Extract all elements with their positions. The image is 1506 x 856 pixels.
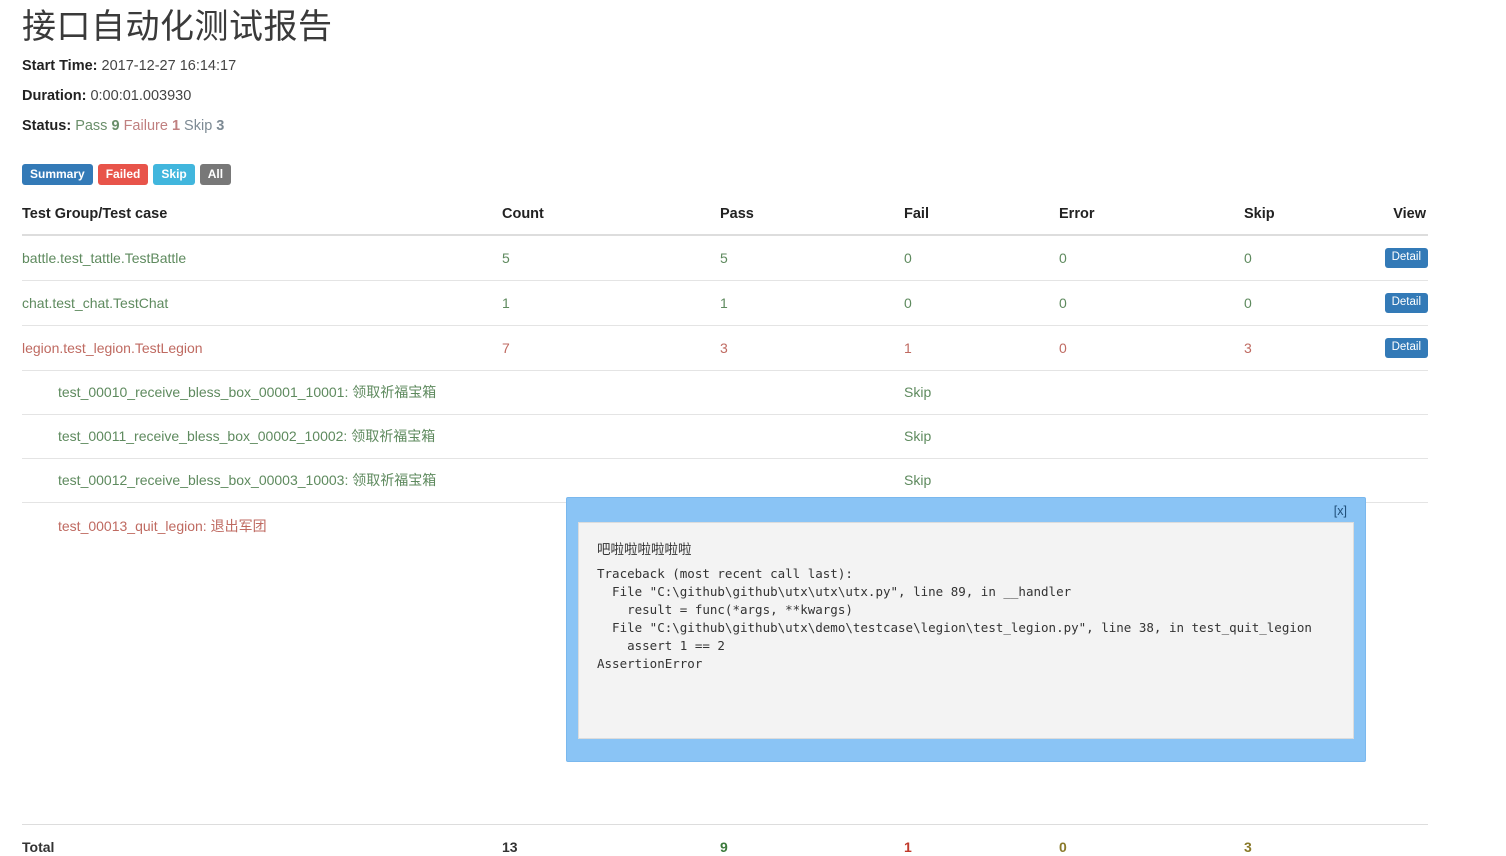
- total-pass: 9: [720, 823, 904, 856]
- total-label: Total: [22, 823, 502, 856]
- header-test-group: Test Group/Test case: [22, 198, 502, 236]
- traceback-popup: [x] 吧啦啦啦啦啦啦 Traceback (most recent call …: [566, 497, 1366, 762]
- group-name[interactable]: battle.test_tattle.TestBattle: [22, 235, 502, 281]
- table-row[interactable]: chat.test_chat.TestChat 1 1 0 0 0 Detail: [22, 280, 1428, 326]
- case-status[interactable]: Skip: [904, 370, 1059, 415]
- filter-all-button[interactable]: All: [199, 164, 232, 185]
- total-count: 13: [502, 823, 720, 856]
- total-error: 0: [1059, 823, 1244, 856]
- case-status[interactable]: Skip: [904, 414, 1059, 459]
- group-error: 0: [1059, 280, 1244, 326]
- case-status[interactable]: Skip: [904, 458, 1059, 503]
- group-error: 0: [1059, 325, 1244, 371]
- group-count: 5: [502, 249, 510, 266]
- case-name: test_00011_receive_bless_box_00002_10002…: [22, 414, 502, 459]
- start-time-value: 2017-12-27 16:14:17: [101, 58, 237, 74]
- group-pass: 5: [720, 249, 728, 266]
- status-pass-count: 9: [111, 118, 120, 134]
- status-label: Status:: [22, 118, 72, 134]
- header-error: Error: [1059, 198, 1244, 236]
- total-row: Total 13 9 1 0 3: [22, 823, 1428, 856]
- duration-value: 0:00:01.003930: [90, 88, 192, 104]
- case-name: test_00010_receive_bless_box_00001_10001…: [22, 370, 502, 415]
- group-skip: 3: [1244, 325, 1359, 371]
- start-time-line: Start Time: 2017-12-27 16:14:17: [22, 56, 236, 76]
- table-header-row: Test Group/Test case Count Pass Fail Err…: [22, 198, 1428, 236]
- table-row[interactable]: test_00011_receive_bless_box_00002_10002…: [22, 414, 1428, 459]
- filter-summary-button[interactable]: Summary: [22, 164, 93, 185]
- total-fail: 1: [904, 823, 1059, 856]
- status-skip-count: 3: [216, 118, 225, 134]
- total-skip: 3: [1244, 823, 1359, 856]
- filter-failed-button[interactable]: Failed: [97, 164, 149, 185]
- status-skip-label: Skip: [184, 118, 213, 134]
- test-report-page: 接口自动化测试报告 Start Time: 2017-12-27 16:14:1…: [0, 0, 1506, 856]
- traceback-message: 吧啦啦啦啦啦啦: [597, 542, 692, 558]
- filter-skip-button[interactable]: Skip: [153, 164, 195, 185]
- table-row[interactable]: test_00010_receive_bless_box_00001_10001…: [22, 370, 1428, 415]
- traceback-popup-header: [x]: [567, 498, 1365, 522]
- header-fail: Fail: [904, 198, 1059, 236]
- status-failure-label: Failure: [123, 118, 168, 134]
- group-fail: 1: [904, 325, 1059, 371]
- status-line: Status: Pass 9 Failure 1 Skip 3: [22, 116, 224, 136]
- status-pass-label: Pass: [75, 118, 108, 134]
- group-pass: 3: [720, 325, 904, 371]
- start-time-label: Start Time:: [22, 58, 98, 74]
- duration-line: Duration: 0:00:01.003930: [22, 86, 191, 106]
- group-fail: 0: [904, 280, 1059, 326]
- group-name[interactable]: legion.test_legion.TestLegion: [22, 325, 502, 371]
- close-icon[interactable]: [x]: [1334, 504, 1347, 518]
- group-skip: 0: [1244, 280, 1359, 326]
- table-row[interactable]: battle.test_tattle.TestBattle 5 5 0 0 0 …: [22, 235, 1428, 281]
- group-count: 7: [502, 325, 720, 371]
- group-error: 0: [1059, 249, 1067, 266]
- group-pass: 1: [720, 280, 904, 326]
- header-skip: Skip: [1244, 198, 1359, 236]
- detail-button[interactable]: Detail: [1384, 338, 1428, 358]
- case-name: test_00012_receive_bless_box_00003_10003…: [22, 458, 502, 503]
- traceback-content-panel: 吧啦啦啦啦啦啦 Traceback (most recent call last…: [578, 522, 1354, 739]
- duration-label: Duration:: [22, 88, 87, 104]
- page-title: 接口自动化测试报告: [22, 8, 333, 46]
- group-count: 1: [502, 280, 720, 326]
- group-skip: 0: [1244, 249, 1252, 266]
- group-name[interactable]: chat.test_chat.TestChat: [22, 280, 502, 326]
- case-name: test_00013_quit_legion: 退出军团: [22, 502, 502, 549]
- table-row[interactable]: legion.test_legion.TestLegion 7 3 1 0 3 …: [22, 325, 1428, 371]
- group-fail: 0: [904, 249, 912, 266]
- traceback-text: Traceback (most recent call last): File …: [597, 566, 1312, 671]
- header-count: Count: [502, 198, 720, 236]
- detail-button[interactable]: Detail: [1384, 293, 1428, 313]
- header-view: View: [1359, 198, 1428, 236]
- header-pass: Pass: [720, 198, 904, 236]
- filter-button-bar: Summary Failed Skip All: [22, 164, 236, 185]
- detail-button[interactable]: Detail: [1384, 248, 1428, 268]
- status-failure-count: 1: [171, 118, 181, 134]
- table-row[interactable]: test_00012_receive_bless_box_00003_10003…: [22, 458, 1428, 503]
